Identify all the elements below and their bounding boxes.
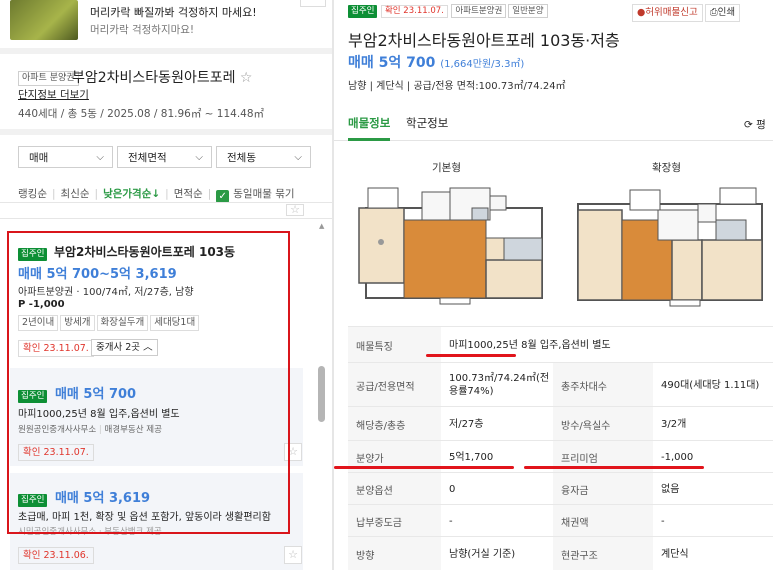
info-row-option: 분양옵션 0 융자금 없음 <box>348 472 773 505</box>
plan-basic-label: 기본형 <box>432 162 461 174</box>
complex-name-text: 부암2차비스타동원아트포레 <box>72 70 236 86</box>
report-label: 허위매물신고 <box>645 7 698 18</box>
divider <box>0 218 332 219</box>
info-value: - <box>449 515 453 527</box>
detail-price: 매매 5억 700 (1,664만원/3.3㎡) <box>348 52 524 72</box>
trade-type-select[interactable]: 매매 ⌵ <box>18 146 113 168</box>
active-tab-indicator <box>348 138 390 141</box>
tab-school-info[interactable]: 학군정보 <box>406 115 448 131</box>
dong-select[interactable]: 전체동 ⌵ <box>216 146 311 168</box>
info-label: 총주차대수 <box>553 363 653 407</box>
listing-panel: 머리카락 빠질까봐 걱정하지 마세요! 머리카락 걱정하지마요! 아파트 분양권… <box>0 0 333 570</box>
info-value: 3/2개 <box>661 418 687 430</box>
floor-plan-expand-image[interactable] <box>570 180 770 310</box>
info-label: 매물특징 <box>348 327 441 363</box>
print-label: 인쇄 <box>717 7 736 18</box>
trade-type-value: 매매 <box>29 152 49 164</box>
tabs-divider <box>334 140 773 141</box>
detail-panel: 집주인 확인 23.11.07. 아파트분양권 일반분양 ●허위매물신고 ⎙인쇄 … <box>334 0 773 570</box>
owner-badge: 집주인 <box>348 5 378 18</box>
print-button[interactable]: ⎙인쇄 <box>705 4 741 22</box>
info-value: 계단식 <box>661 548 689 560</box>
info-value: 마피1000,25년 8월 입주,옵션비 별도 <box>449 339 611 351</box>
ad-thumbnail[interactable] <box>10 0 78 40</box>
info-label: 방수/욕실수 <box>553 407 653 441</box>
highlight-underline <box>334 466 514 469</box>
highlight-underline <box>426 354 516 357</box>
info-label: 납부중도금 <box>348 505 441 537</box>
favorite-star-icon[interactable]: ☆ <box>240 70 253 86</box>
divider <box>0 48 332 54</box>
dong-value: 전체동 <box>227 152 256 164</box>
chevron-down-icon: ⌵ <box>195 152 203 163</box>
info-label: 채권액 <box>553 505 653 537</box>
complex-type-badge: 아파트 분양권 <box>18 70 79 86</box>
refresh-icon: ⟳ <box>744 119 753 131</box>
highlight-frame <box>7 231 290 534</box>
detail-price-per: (1,664만원/3.3㎡) <box>440 59 525 70</box>
confirm-date-text: 확인 23.11.07. <box>380 5 448 18</box>
detail-tag: 일반분양 <box>508 4 548 18</box>
complex-summary: 440세대 / 총 5동 / 2025.08 / 81.96㎡ ~ 114.48… <box>18 108 265 120</box>
info-label: 해당층/총층 <box>348 407 441 441</box>
favorite-star-icon[interactable]: ☆ <box>286 204 304 216</box>
area-unit-toggle[interactable]: ⟳ 평 <box>744 117 766 132</box>
info-value: 490대(세대당 1.11대) <box>661 379 760 391</box>
detail-summary: 남향 | 계단식 | 공급/전용 면적:100.73㎡/74.24㎡ <box>348 81 566 92</box>
same-listing-label: 동일매물 묶기 <box>233 188 295 200</box>
info-value: 없음 <box>661 483 680 495</box>
info-label: 공급/전용면적 <box>348 363 441 407</box>
sort-bar: 랭킹순 | 최신순 | 낮은가격순↓ | 면적순 | ✓ 동일매물 묶기 <box>18 188 295 203</box>
sort-lowest-price[interactable]: 낮은가격순↓ <box>103 188 160 200</box>
confirm-date-text: 확인 23.11.06. <box>18 547 94 564</box>
detail-price-text: 매매 5억 700 <box>348 55 436 71</box>
complex-name: 부암2차비스타동원아트포레 ☆ <box>72 67 252 87</box>
detail-title: 부암2차비스타동원아트포레 103동·저층 <box>348 31 620 50</box>
info-value: - <box>661 515 665 527</box>
info-value: 100.73㎡/74.24㎡(전용률74%) <box>449 373 550 397</box>
area-select[interactable]: 전체면적 ⌵ <box>117 146 212 168</box>
sort-ranking[interactable]: 랭킹순 <box>18 188 47 200</box>
complex-info-link[interactable]: 단지정보 더보기 <box>18 87 89 102</box>
plan-expand-label: 확장형 <box>652 162 681 174</box>
ad-close-box[interactable] <box>300 0 326 7</box>
info-value: 남향(거실 기준) <box>449 548 516 560</box>
chevron-down-icon: ⌵ <box>96 152 104 163</box>
ad-subline[interactable]: 머리카락 걱정하지마요! <box>90 22 194 37</box>
sort-area[interactable]: 면적순 <box>174 188 203 200</box>
info-row-payment: 납부중도금 - 채권액 - <box>348 504 773 537</box>
detail-tag: 아파트분양권 <box>451 4 507 18</box>
scroll-up-arrow-icon[interactable]: ▲ <box>319 222 324 230</box>
info-row-floor: 해당층/총층 저/27층 방수/욕실수 3/2개 <box>348 406 773 441</box>
floor-plan-basic-image[interactable] <box>354 180 554 310</box>
info-label: 현관구조 <box>553 537 653 570</box>
ad-headline[interactable]: 머리카락 빠질까봐 걱정하지 마세요! <box>90 4 257 20</box>
report-fake-listing-button[interactable]: ●허위매물신고 <box>632 4 703 22</box>
favorite-star-icon[interactable]: ☆ <box>284 546 302 564</box>
info-label: 융자금 <box>553 473 653 505</box>
info-row-area: 공급/전용면적 100.73㎡/74.24㎡(전용률74%) 총주차대수 490… <box>348 362 773 407</box>
info-row-feature: 매물특징 마피1000,25년 8월 입주,옵션비 별도 <box>348 326 773 363</box>
area-unit-label: 평 <box>756 119 766 131</box>
info-row-direction: 방향 남향(거실 기준) 현관구조 계단식 <box>348 536 773 570</box>
chevron-down-icon: ⌵ <box>294 152 302 163</box>
highlight-underline <box>524 466 704 469</box>
info-value: 0 <box>449 483 456 495</box>
sub-listing-confirm: 확인 23.11.06. <box>18 547 94 564</box>
tab-listing-info[interactable]: 매물정보 <box>348 115 390 131</box>
area-value: 전체면적 <box>128 152 167 164</box>
info-value: 저/27층 <box>449 418 484 430</box>
detail-tag-row: 집주인 확인 23.11.07. 아파트분양권 일반분양 <box>348 3 550 18</box>
divider <box>0 202 332 203</box>
info-label: 분양옵션 <box>348 473 441 505</box>
info-label: 방향 <box>348 537 441 570</box>
sort-latest[interactable]: 최신순 <box>61 188 90 200</box>
divider <box>0 129 332 135</box>
print-icon: ⎙ <box>710 7 718 18</box>
scrollbar-thumb[interactable] <box>318 366 325 422</box>
